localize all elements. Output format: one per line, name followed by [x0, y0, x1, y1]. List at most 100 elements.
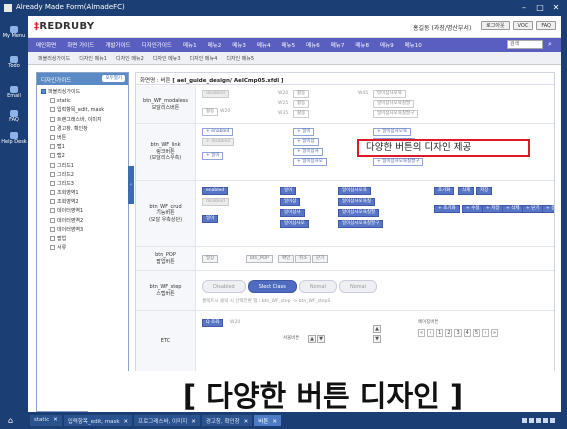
home-icon[interactable]: ⌂: [8, 416, 13, 425]
tree-item[interactable]: 입력항목_edit, mask: [41, 106, 128, 115]
crud-button[interactable]: 일이삼사: [280, 209, 305, 217]
link-button[interactable]: + 일이삼사오육: [373, 128, 412, 136]
voc-button[interactable]: VOC: [512, 21, 534, 30]
taskbar-tab[interactable]: 프로그레스바, 이미지 ✕: [134, 415, 200, 426]
link-button[interactable]: + 일이삼사오육칠팔구: [373, 158, 424, 166]
layout-icon[interactable]: [536, 418, 541, 423]
crud-button[interactable]: 일이: [280, 187, 297, 195]
close-tab-icon[interactable]: ✕: [191, 419, 196, 425]
page-next-button[interactable]: ›: [482, 329, 489, 337]
icon-reset-button[interactable]: + 조기화: [434, 205, 460, 213]
spin-up-button[interactable]: ▲: [308, 335, 316, 343]
icon-edit-button[interactable]: + 수정: [462, 205, 484, 213]
crud-button[interactable]: 일이삼사오육칠: [338, 198, 375, 206]
modaless-button[interactable]: 일이삼사오육: [373, 90, 406, 98]
maximize-button[interactable]: □: [535, 3, 545, 12]
gnb-item[interactable]: 메뉴10: [405, 41, 422, 49]
collapse-menu-button[interactable]: ‹: [128, 166, 134, 204]
layout-icon[interactable]: [529, 418, 534, 423]
link-button[interactable]: + 일이삼: [293, 138, 319, 146]
tree-item[interactable]: 조회영역2: [41, 198, 128, 207]
close-tab-icon[interactable]: ✕: [244, 419, 249, 425]
page-last-button[interactable]: »: [491, 329, 499, 337]
page-number[interactable]: 2: [445, 329, 453, 337]
link-button[interactable]: + 일이: [293, 128, 315, 136]
step-selected[interactable]: Slect Class: [247, 280, 297, 293]
page-number[interactable]: 1: [436, 329, 444, 337]
reset-button[interactable]: 조기화: [434, 187, 455, 195]
tree-item[interactable]: 데이터영역3: [41, 226, 128, 235]
gnb-item[interactable]: 메뉴8: [355, 41, 369, 49]
tree-item[interactable]: static: [41, 97, 128, 106]
gnb-item[interactable]: 메뉴5: [282, 41, 296, 49]
tree-item[interactable]: 데이터영역2: [41, 217, 128, 226]
sidebar-faq[interactable]: FAQ: [0, 110, 28, 123]
tree-item[interactable]: 퍼블리싱가이드: [41, 88, 128, 97]
page-number[interactable]: 5: [472, 329, 480, 337]
tree-item[interactable]: 경고창, 확인창: [41, 125, 128, 134]
tree-item[interactable]: 버튼: [41, 134, 128, 143]
close-tab-icon[interactable]: ✕: [53, 417, 58, 423]
sidebar-my-menu[interactable]: My Menu: [0, 26, 28, 39]
taskbar-tab-active[interactable]: 버튼 ✕: [254, 415, 282, 426]
arrow-down-button[interactable]: ▼: [373, 335, 381, 343]
modaless-button[interactable]: 활동: [293, 110, 310, 118]
icon-delete-button[interactable]: + 삭제: [502, 205, 524, 213]
crud-enabled-button[interactable]: enabled: [202, 187, 229, 195]
search-input[interactable]: 검색: [507, 40, 543, 49]
modaless-button[interactable]: 일이삼사오육칠팔구: [373, 110, 419, 118]
small-button[interactable]: 활동: [202, 108, 219, 116]
page-prev-button[interactable]: ‹: [427, 329, 435, 337]
faq-button[interactable]: FAQ: [536, 21, 556, 30]
search-button[interactable]: Q 조회: [202, 319, 224, 327]
sidebar-help-desk[interactable]: Help Desk: [0, 132, 28, 145]
crud-button[interactable]: 일이삼사오육칠팔: [338, 209, 380, 217]
tree-item[interactable]: 그리드2: [41, 171, 128, 180]
pop-button[interactable]: 일상: [202, 255, 219, 263]
icon-close-button[interactable]: + 닫기: [522, 205, 544, 213]
icon-register-button[interactable]: + 등록: [542, 205, 554, 213]
page-first-button[interactable]: «: [418, 329, 426, 337]
tree-item[interactable]: 그리드3: [41, 180, 128, 189]
close-tab-icon[interactable]: ✕: [272, 419, 277, 425]
tree-item[interactable]: 트랜그래스바, 이미지: [41, 116, 128, 125]
tree-item[interactable]: 탭1: [41, 143, 128, 152]
step-normal[interactable]: Nomal: [338, 280, 378, 293]
subnav-item[interactable]: 퍼블리싱가이드: [38, 55, 70, 62]
pop-button[interactable]: 확인: [278, 255, 295, 263]
gnb-item[interactable]: 메뉴4: [257, 41, 271, 49]
step-normal[interactable]: Nomal: [298, 280, 337, 293]
link-small-button[interactable]: + 일이: [202, 152, 224, 160]
gnb-item[interactable]: 메뉴9: [380, 41, 394, 49]
tree-item[interactable]: 서류: [41, 244, 128, 253]
minimize-button[interactable]: –: [519, 3, 529, 12]
sidebar-email[interactable]: Email: [0, 86, 28, 99]
tree-item[interactable]: 탭2: [41, 152, 128, 161]
tree-item[interactable]: 팝업: [41, 235, 128, 244]
modaless-button[interactable]: 활동: [293, 90, 310, 98]
layout-icon[interactable]: [550, 418, 555, 423]
tree-item[interactable]: 데이터영역1: [41, 207, 128, 216]
gnb-item[interactable]: 화면 가이드: [67, 41, 94, 49]
delete-button[interactable]: 삭제: [458, 187, 475, 195]
pop-button[interactable]: 취소: [295, 255, 312, 263]
subnav-item[interactable]: 디자인 메뉴4: [190, 55, 218, 62]
gnb-item[interactable]: 메인화면: [36, 41, 56, 49]
link-button[interactable]: + 일이삼사: [293, 148, 323, 156]
pop-button[interactable]: 닫기: [312, 255, 329, 263]
tree-item[interactable]: 그리드1: [41, 162, 128, 171]
search-icon[interactable]: ⌕: [545, 40, 555, 49]
taskbar-tab[interactable]: static ✕: [30, 415, 62, 426]
pop-button[interactable]: btn_POP: [246, 255, 273, 263]
gnb-item[interactable]: 메뉴3: [232, 41, 246, 49]
subnav-item[interactable]: 디자인 메뉴3: [153, 55, 181, 62]
tree-item[interactable]: 조회영역1: [41, 189, 128, 198]
spin-down-button[interactable]: ▼: [317, 335, 325, 343]
gnb-item[interactable]: 메뉴1: [183, 41, 197, 49]
save-button[interactable]: 저장: [476, 187, 493, 195]
page-number[interactable]: 3: [454, 329, 462, 337]
subnav-item[interactable]: 디자인 메뉴5: [226, 55, 254, 62]
gnb-item[interactable]: 개발가이드: [105, 41, 130, 49]
gnb-item[interactable]: 메뉴7: [331, 41, 345, 49]
crud-small-button[interactable]: 일이: [202, 215, 219, 223]
